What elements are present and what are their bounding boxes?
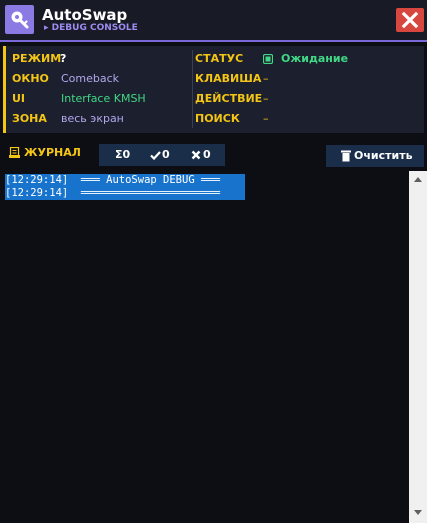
mode-value: ?: [60, 52, 67, 65]
cross-icon: [191, 150, 201, 160]
info-row-ui: UI Interface KMSH: [12, 91, 192, 107]
scroll-up-arrow-icon[interactable]: [414, 177, 422, 182]
info-row-mode: РЕЖИМ ?: [12, 51, 192, 67]
app-subtitle: ▸ DEBUG CONSOLE: [44, 23, 138, 33]
trash-icon: [341, 150, 351, 162]
log-scrollbar[interactable]: [409, 171, 427, 523]
ok-count: 0: [162, 148, 170, 161]
action-value: –: [263, 92, 269, 105]
info-divider: [192, 50, 193, 128]
hotkey-value: –: [263, 72, 269, 85]
fail-count: 0: [203, 148, 211, 161]
info-panel: РЕЖИМ ? ОКНО Comeback UI Interface KMSH …: [3, 46, 424, 133]
total-counter: Σ0: [115, 148, 131, 161]
clear-button-label: Очистить: [354, 149, 413, 162]
info-row-search: ПОИСК –: [195, 111, 420, 127]
title-bar[interactable]: AutoSwap ▸ DEBUG CONSOLE: [0, 0, 427, 42]
log-output[interactable]: [12:29:14] ═══ AutoSwap DEBUG ═══ [12:29…: [3, 171, 407, 523]
info-key: ЗОНА: [12, 112, 47, 125]
info-key: КЛАВИША: [195, 72, 262, 85]
app-title: AutoSwap: [42, 6, 128, 24]
window-value: Comeback: [61, 72, 120, 85]
title-accent-line: [0, 40, 427, 42]
search-value: –: [263, 112, 269, 125]
log-line[interactable]: [12:29:14] ═══ AutoSwap DEBUG ═══: [5, 174, 245, 187]
ui-value: Interface KMSH: [61, 92, 146, 105]
status-indicator-icon: [263, 54, 273, 64]
info-row-zone: ЗОНА весь экран: [12, 111, 192, 127]
close-button[interactable]: [396, 8, 424, 32]
info-key: СТАТУС: [195, 52, 244, 65]
info-key: ДЕЙСТВИЕ: [195, 92, 263, 105]
info-key: ПОИСК: [195, 112, 240, 125]
log-counters: Σ0 0 0: [99, 144, 225, 166]
info-key: UI: [12, 92, 26, 105]
zone-value: весь экран: [61, 112, 124, 125]
info-key: РЕЖИМ: [12, 52, 62, 65]
clear-log-button[interactable]: Очистить: [326, 145, 424, 167]
close-icon: [401, 11, 419, 29]
info-row-action: ДЕЙСТВИЕ –: [195, 91, 420, 107]
check-icon: [150, 151, 161, 160]
info-key: ОКНО: [12, 72, 49, 85]
info-row-hotkey: КЛАВИША –: [195, 71, 420, 87]
scroll-down-arrow-icon[interactable]: [414, 510, 422, 515]
info-row-window: ОКНО Comeback: [12, 71, 192, 87]
journal-label-text: ЖУРНАЛ: [24, 146, 81, 159]
status-value: Ожидание: [281, 52, 349, 65]
log-line[interactable]: [12:29:14] ══════════════════════: [5, 187, 245, 200]
autoswap-window: AutoSwap ▸ DEBUG CONSOLE РЕЖИМ ? ОКНО Co…: [0, 0, 427, 523]
journal-icon: [9, 147, 20, 158]
info-row-status: СТАТУС Ожидание: [195, 51, 420, 67]
key-icon: [5, 5, 34, 34]
